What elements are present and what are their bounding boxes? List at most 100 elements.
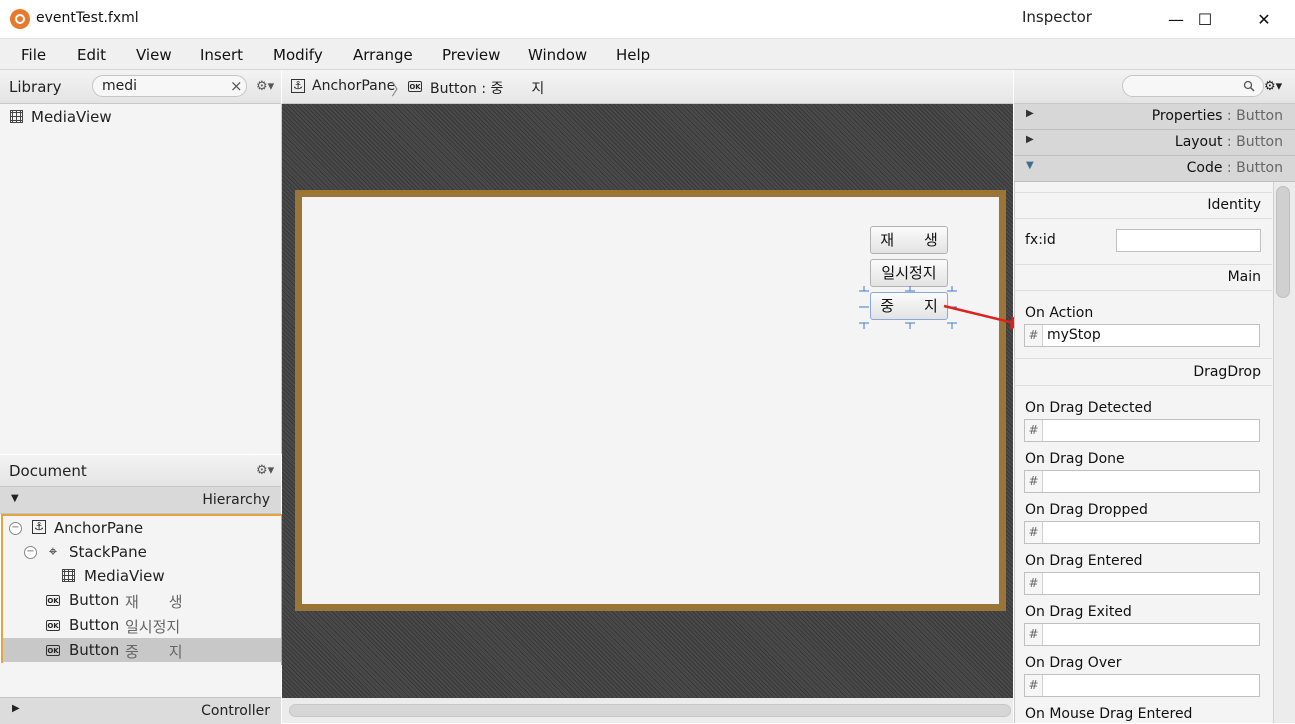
library-search-input[interactable]: medi <box>92 75 247 97</box>
controller-section-bar[interactable]: ▶ Controller <box>0 697 281 724</box>
hierarchy-section-bar[interactable]: ▼ Hierarchy <box>0 487 281 514</box>
anchor-pane-icon: ⚓ <box>32 520 46 534</box>
tree-item-label: Button <box>69 591 120 609</box>
on-drag-detected-input[interactable]: # <box>1024 419 1260 442</box>
on-drag-detected-label: On Drag Detected <box>1025 400 1152 416</box>
on-drag-entered-input[interactable]: # <box>1024 572 1260 595</box>
document-gear-icon[interactable]: ⚙▾ <box>256 463 274 478</box>
grid-icon <box>10 110 23 123</box>
breadcrumb-separator: 〉 <box>391 80 408 99</box>
on-drag-dropped-input[interactable]: # <box>1024 521 1260 544</box>
on-drag-exited-input[interactable]: # <box>1024 623 1260 646</box>
on-drag-done-label: On Drag Done <box>1025 451 1125 467</box>
library-gear-icon[interactable]: ⚙▾ <box>256 79 274 94</box>
hash-icon: # <box>1025 675 1043 696</box>
on-mouse-drag-entered-label: On Mouse Drag Entered <box>1025 706 1193 722</box>
inspector-gear-icon[interactable]: ⚙▾ <box>1264 79 1282 94</box>
fxid-label: fx:id <box>1025 232 1056 248</box>
breadcrumb-button[interactable]: Button : 중 지 <box>430 78 544 98</box>
window-title: eventTest.fxml <box>36 10 139 26</box>
tree-item-button-play[interactable]: OK Button 재 생 <box>3 588 281 612</box>
tree-item-mediaview[interactable]: MediaView <box>3 564 281 588</box>
menu-bar: File Edit View Insert Modify Arrange Pre… <box>0 39 1295 70</box>
menu-file[interactable]: File <box>21 46 46 64</box>
hash-icon: # <box>1025 471 1043 492</box>
menu-edit[interactable]: Edit <box>77 46 106 64</box>
section-sublabel: : Button <box>1222 108 1283 124</box>
divider <box>1014 264 1272 265</box>
on-drag-entered-label: On Drag Entered <box>1025 553 1143 569</box>
properties-section[interactable]: ▶ Properties : Button <box>1014 104 1295 130</box>
inspector-title: Inspector <box>1022 8 1092 26</box>
controller-label: Controller <box>201 703 270 719</box>
button-ok-icon: OK <box>46 645 60 656</box>
inspector-scroll-thumb[interactable] <box>1276 186 1290 298</box>
divider <box>1014 358 1272 359</box>
layout-section[interactable]: ▶ Layout : Button <box>1014 130 1295 156</box>
breadcrumb-anchorpane[interactable]: AnchorPane <box>312 78 395 94</box>
on-drag-over-input[interactable]: # <box>1024 674 1260 697</box>
tree-item-label: Button <box>69 616 120 634</box>
on-action-label: On Action <box>1025 305 1094 321</box>
document-empty-area <box>0 663 281 697</box>
hash-icon: # <box>1025 522 1043 543</box>
collapse-icon[interactable]: − <box>9 522 22 535</box>
inspector-search-input[interactable] <box>1122 75 1264 97</box>
tree-item-label: StackPane <box>69 543 147 561</box>
menu-insert[interactable]: Insert <box>200 46 243 64</box>
tree-item-sublabel: 일시정지 <box>125 618 181 636</box>
anchor-pane-border: 재 생 일시정지 중 지 <box>295 190 1006 611</box>
play-button[interactable]: 재 생 <box>870 226 948 254</box>
section-sublabel: : Button <box>1222 160 1283 176</box>
code-section[interactable]: ▼ Code : Button <box>1014 156 1295 182</box>
scene-builder-icon <box>10 9 30 29</box>
menu-arrange[interactable]: Arrange <box>353 46 413 64</box>
dragdrop-group-label: DragDrop <box>1193 364 1261 380</box>
hash-icon: # <box>1025 420 1043 441</box>
tree-item-label: AnchorPane <box>54 519 144 537</box>
breadcrumb: ⚓ AnchorPane 〉 OK Button : 중 지 <box>282 70 1013 104</box>
divider <box>1014 290 1272 291</box>
library-item-mediaview[interactable]: MediaView <box>0 106 281 128</box>
pause-button[interactable]: 일시정지 <box>870 259 948 287</box>
expand-right-icon: ▶ <box>12 703 20 714</box>
divider <box>1014 385 1272 386</box>
maximize-button[interactable]: ☐ <box>1176 0 1234 38</box>
menu-window[interactable]: Window <box>528 46 587 64</box>
button-ok-icon: OK <box>408 81 422 92</box>
tree-item-button-pause[interactable]: OK Button 일시정지 <box>3 613 281 637</box>
divider <box>1014 192 1272 193</box>
on-drag-done-input[interactable]: # <box>1024 470 1260 493</box>
fxid-input[interactable] <box>1116 229 1261 252</box>
section-label: Code <box>1186 160 1223 176</box>
tree-item-sublabel: 중 지 <box>125 643 183 661</box>
menu-help[interactable]: Help <box>616 46 650 64</box>
tree-item-stackpane[interactable]: − ⌖ StackPane <box>3 540 281 564</box>
hierarchy-tree: − ⚓ AnchorPane − ⌖ StackPane MediaView O… <box>1 514 283 665</box>
menu-preview[interactable]: Preview <box>442 46 500 64</box>
divider <box>1014 218 1272 219</box>
tree-item-anchorpane[interactable]: − ⚓ AnchorPane <box>3 516 281 540</box>
on-action-input[interactable]: # myStop <box>1024 324 1260 347</box>
identity-group-label: Identity <box>1207 197 1261 213</box>
tree-item-label: Button <box>69 641 120 659</box>
collapse-icon[interactable]: − <box>24 546 37 559</box>
on-action-value: myStop <box>1047 327 1101 343</box>
magnifier-icon <box>1243 80 1255 92</box>
close-button[interactable]: ✕ <box>1235 0 1293 38</box>
menu-view[interactable]: View <box>136 46 172 64</box>
library-title: Library <box>9 78 62 96</box>
on-drag-dropped-label: On Drag Dropped <box>1025 502 1148 518</box>
library-item-label: MediaView <box>31 108 112 126</box>
anchor-pane-area[interactable]: 재 생 일시정지 중 지 <box>302 197 999 604</box>
menu-modify[interactable]: Modify <box>273 46 323 64</box>
horizontal-scrollbar[interactable] <box>289 704 1011 717</box>
clear-search-icon[interactable]: × <box>230 77 243 95</box>
tree-item-button-stop[interactable]: OK Button 중 지 <box>3 638 281 662</box>
expand-right-icon: ▶ <box>1026 108 1034 119</box>
tree-item-sublabel: 재 생 <box>125 593 183 611</box>
button-ok-icon: OK <box>46 595 60 606</box>
on-drag-over-label: On Drag Over <box>1025 655 1122 671</box>
hierarchy-label: Hierarchy <box>202 492 270 508</box>
section-sublabel: : Button <box>1222 134 1283 150</box>
